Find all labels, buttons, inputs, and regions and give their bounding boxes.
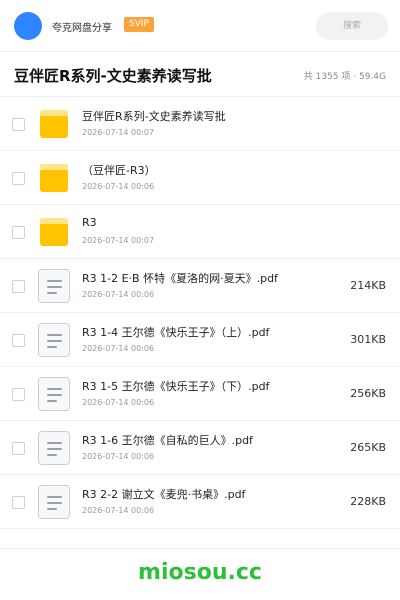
checkbox[interactable] bbox=[12, 172, 25, 185]
item-name: 豆伴匠R系列-文史素养读写批 bbox=[82, 110, 226, 123]
list-item[interactable]: 豆伴匠R系列-文史素养读写批 2026-07-14 00:07 bbox=[0, 97, 400, 151]
document-icon bbox=[38, 377, 70, 411]
item-date: 2026-07-14 00:06 bbox=[82, 290, 155, 299]
folder-icon bbox=[38, 164, 70, 194]
item-date: 2026-07-14 00:06 bbox=[82, 182, 155, 191]
checkbox[interactable] bbox=[12, 226, 25, 239]
item-date: 2026-07-14 00:07 bbox=[82, 128, 155, 137]
item-date: 2026-07-14 00:06 bbox=[82, 506, 155, 515]
top-bar: 夸克网盘分享 SVIP 搜索 bbox=[0, 0, 400, 52]
checkbox[interactable] bbox=[12, 442, 25, 455]
item-size: 256KB bbox=[350, 387, 386, 400]
app-brand: 夸克网盘分享 bbox=[52, 23, 112, 34]
item-name: R3 1-2 E·B 怀特《夏洛的网·夏天》.pdf bbox=[82, 272, 278, 285]
item-date: 2026-07-14 00:06 bbox=[82, 452, 155, 461]
watermark: miosou.cc bbox=[138, 560, 262, 585]
item-size: 228KB bbox=[350, 495, 386, 508]
checkbox[interactable] bbox=[12, 334, 25, 347]
list-item[interactable]: R3 1-5 王尔德《快乐王子》（下）.pdf 2026-07-14 00:06… bbox=[0, 367, 400, 421]
document-icon bbox=[38, 323, 70, 357]
list-item[interactable]: R3 1-4 王尔德《快乐王子》（上）.pdf 2026-07-14 00:06… bbox=[0, 313, 400, 367]
item-name: R3 1-6 王尔德《自私的巨人》.pdf bbox=[82, 434, 253, 447]
document-icon bbox=[38, 269, 70, 303]
checkbox[interactable] bbox=[12, 496, 25, 509]
list-item[interactable]: （豆伴匠-R3） 2026-07-14 00:06 bbox=[0, 151, 400, 205]
document-icon bbox=[38, 431, 70, 465]
item-size: 214KB bbox=[350, 279, 386, 292]
checkbox[interactable] bbox=[12, 118, 25, 131]
folder-meta: 共 1355 项 · 59.4G bbox=[303, 72, 386, 82]
page-title: 豆伴匠R系列-文史素养读写批 bbox=[14, 67, 212, 85]
checkbox[interactable] bbox=[12, 388, 25, 401]
search-input[interactable]: 搜索 bbox=[316, 12, 388, 40]
list-item[interactable]: R3 1-2 E·B 怀特《夏洛的网·夏天》.pdf 2026-07-14 00… bbox=[0, 259, 400, 313]
item-name: （豆伴匠-R3） bbox=[82, 164, 156, 177]
list-item[interactable]: R3 2026-07-14 00:07 bbox=[0, 205, 400, 259]
folder-icon bbox=[38, 218, 70, 248]
item-date: 2026-07-14 00:06 bbox=[82, 344, 155, 353]
avatar[interactable] bbox=[14, 12, 42, 40]
document-icon bbox=[38, 485, 70, 519]
item-size: 301KB bbox=[350, 333, 386, 346]
divider bbox=[0, 548, 400, 549]
folder-icon bbox=[38, 110, 70, 140]
list-item[interactable]: R3 1-6 王尔德《自私的巨人》.pdf 2026-07-14 00:06 2… bbox=[0, 421, 400, 475]
item-date: 2026-07-14 00:07 bbox=[82, 236, 155, 245]
item-name: R3 1-4 王尔德《快乐王子》（上）.pdf bbox=[82, 326, 270, 339]
list-item[interactable]: R3 2-2 谢立文《麦兜·书桌》.pdf 2026-07-14 00:06 2… bbox=[0, 475, 400, 529]
item-size: 265KB bbox=[350, 441, 386, 454]
folder-header: 豆伴匠R系列-文史素养读写批 共 1355 项 · 59.4G bbox=[0, 53, 400, 97]
checkbox[interactable] bbox=[12, 280, 25, 293]
svip-badge: SVIP bbox=[124, 17, 154, 32]
item-name: R3 bbox=[82, 216, 97, 229]
item-name: R3 2-2 谢立文《麦兜·书桌》.pdf bbox=[82, 488, 246, 501]
item-date: 2026-07-14 00:06 bbox=[82, 398, 155, 407]
item-name: R3 1-5 王尔德《快乐王子》（下）.pdf bbox=[82, 380, 270, 393]
